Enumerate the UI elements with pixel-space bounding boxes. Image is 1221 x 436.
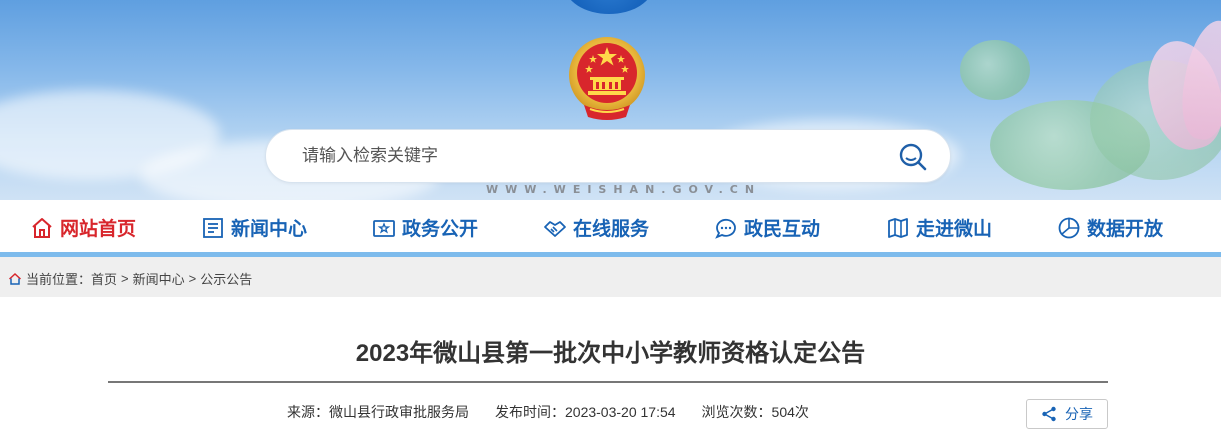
search-box bbox=[265, 129, 951, 183]
nav-item-label: 政务公开 bbox=[402, 219, 479, 240]
nav-item-online-service[interactable]: 在线服务 bbox=[543, 200, 649, 255]
breadcrumb-item-news[interactable]: 新闻中心 bbox=[133, 269, 185, 288]
chat-icon bbox=[715, 218, 736, 239]
top-circle-decoration bbox=[565, 0, 653, 14]
home-icon bbox=[32, 217, 52, 238]
news-icon bbox=[203, 217, 223, 238]
nav-item-gov-affairs[interactable]: 政务公开 bbox=[372, 200, 478, 255]
search-input[interactable] bbox=[302, 130, 882, 182]
breadcrumb: 当前位置： 首页 > 新闻中心 > 公示公告 bbox=[8, 269, 252, 288]
title-divider bbox=[108, 381, 1108, 383]
main-nav: 网站首页 新闻中心 政务公开 在线服务 政民互动 走进微山 数据开放 bbox=[0, 200, 1221, 255]
nav-item-home[interactable]: 网站首页 bbox=[30, 200, 136, 255]
national-emblem-icon bbox=[569, 37, 645, 120]
site-domain: WWW.WEISHAN.GOV.CN bbox=[486, 183, 762, 196]
nav-item-label: 网站首页 bbox=[60, 219, 137, 240]
breadcrumb-bar: 当前位置： 首页 > 新闻中心 > 公示公告 bbox=[0, 257, 1221, 297]
nav-item-open-data[interactable]: 数据开放 bbox=[1057, 200, 1163, 255]
breadcrumb-item-home[interactable]: 首页 bbox=[91, 269, 117, 288]
article-publish-time: 发布时间：2023-03-20 17:54 bbox=[495, 404, 676, 420]
share-icon bbox=[1042, 406, 1056, 422]
data-icon bbox=[1058, 217, 1080, 238]
handshake-icon bbox=[544, 220, 566, 237]
article-source: 来源：微山县行政审批服务局 bbox=[287, 404, 469, 420]
nav-item-label: 数据开放 bbox=[1087, 219, 1164, 240]
article-view-count: 浏览次数：504次 bbox=[701, 404, 809, 420]
nav-item-interaction[interactable]: 政民互动 bbox=[714, 200, 820, 255]
gov-affairs-icon bbox=[373, 219, 395, 237]
nav-item-news[interactable]: 新闻中心 bbox=[201, 200, 307, 255]
map-icon bbox=[888, 217, 908, 238]
article-meta: 来源：微山县行政审批服务局 发布时间：2023-03-20 17:54 浏览次数… bbox=[287, 402, 809, 422]
nav-item-label: 政民互动 bbox=[744, 219, 821, 240]
nav-item-label: 新闻中心 bbox=[231, 219, 308, 240]
nav-item-label: 在线服务 bbox=[573, 219, 650, 240]
location-home-icon bbox=[8, 272, 22, 285]
breadcrumb-separator: > bbox=[121, 271, 129, 286]
nav-item-label: 走进微山 bbox=[916, 219, 993, 240]
breadcrumb-item-announcements[interactable]: 公示公告 bbox=[200, 269, 252, 288]
share-label: 分享 bbox=[1065, 406, 1093, 422]
lotus-leaf-decoration bbox=[960, 40, 1030, 100]
share-button[interactable]: 分享 bbox=[1026, 399, 1108, 429]
article-title: 2023年微山县第一批次中小学教师资格认定公告 bbox=[355, 340, 866, 367]
nav-item-about-weishan[interactable]: 走进微山 bbox=[886, 200, 992, 255]
header-banner: WWW.WEISHAN.GOV.CN bbox=[0, 0, 1221, 200]
search-icon[interactable] bbox=[898, 142, 928, 172]
breadcrumb-separator: > bbox=[188, 271, 197, 286]
breadcrumb-prefix: 当前位置： bbox=[26, 272, 92, 287]
